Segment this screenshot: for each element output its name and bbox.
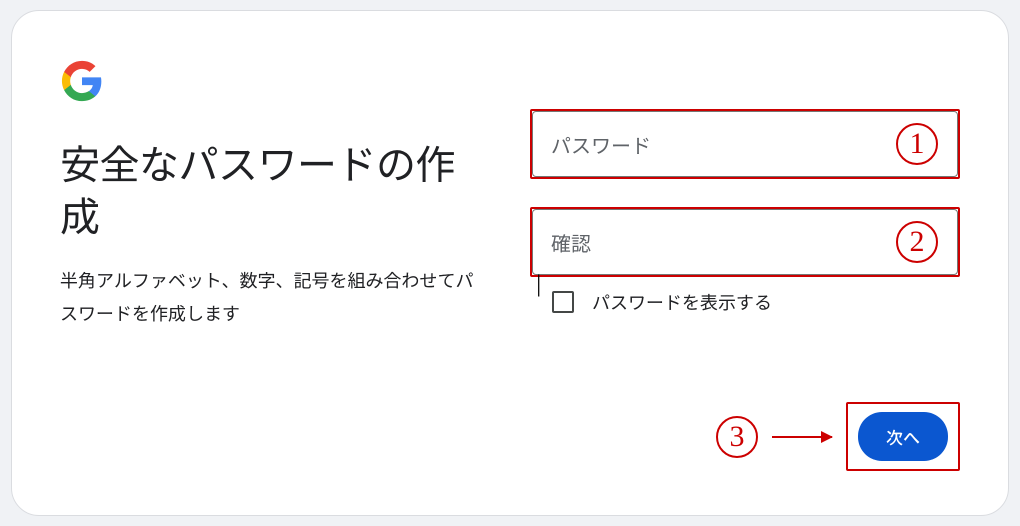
next-button[interactable]: 次へ <box>858 412 948 461</box>
password-input[interactable] <box>532 111 958 177</box>
annotation-box-1: 1 <box>530 109 960 179</box>
annotation-number-3: 3 <box>716 416 758 458</box>
show-password-label[interactable]: パスワードを表示する <box>592 289 772 315</box>
show-password-checkbox[interactable] <box>552 291 574 313</box>
annotation-arrow-icon <box>772 436 832 438</box>
annotation-box-2: 2 <box>530 207 960 277</box>
google-logo-icon <box>60 59 490 108</box>
page-heading: 安全なパスワードの作成 <box>60 136 490 240</box>
right-column: 1 2 | パスワードを表示する <box>530 59 960 331</box>
page-subtitle: 半角アルファベット、数字、記号を組み合わせてパスワードを作成します <box>60 264 490 331</box>
show-password-row: パスワードを表示する <box>552 289 960 315</box>
signup-card: 安全なパスワードの作成 半角アルファベット、数字、記号を組み合わせてパスワードを… <box>11 10 1009 516</box>
action-row: 3 次へ <box>716 402 960 471</box>
left-column: 安全なパスワードの作成 半角アルファベット、数字、記号を組み合わせてパスワードを… <box>60 59 490 331</box>
confirm-group: 2 | <box>530 207 960 277</box>
confirm-password-input[interactable] <box>532 209 958 275</box>
password-group: 1 <box>530 109 960 179</box>
content-columns: 安全なパスワードの作成 半角アルファベット、数字、記号を組み合わせてパスワードを… <box>60 59 960 331</box>
text-cursor-icon: | <box>536 277 541 289</box>
annotation-box-3: 次へ <box>846 402 960 471</box>
